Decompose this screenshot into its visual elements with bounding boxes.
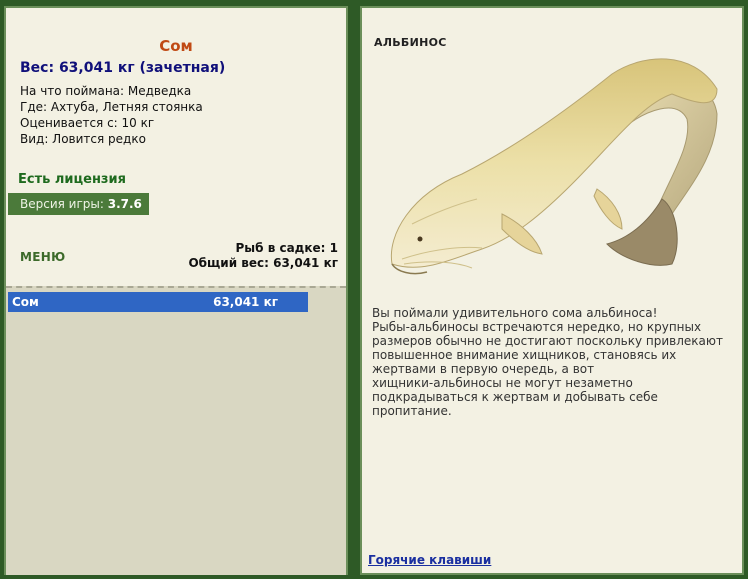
hotkeys-link[interactable]: Горячие клавиши xyxy=(368,553,491,567)
bait-info: На что поймана: Медведка xyxy=(20,84,192,98)
keepnet-row[interactable]: Сом 63,041 кг xyxy=(8,292,308,312)
fish-detail-panel: АЛЬБИНОС Вы поймали удивительного сома а… xyxy=(360,6,744,575)
version-value: 3.7.6 xyxy=(107,197,142,211)
kind-info: Вид: Ловится редко xyxy=(20,132,146,146)
keepnet-total-weight: Общий вес: 63,041 кг xyxy=(188,256,338,270)
fish-name: Сом xyxy=(159,37,193,55)
albino-catfish-image xyxy=(390,58,718,275)
description-line: Рыбы-альбиносы встречаются нередко, но к… xyxy=(372,320,702,334)
keepnet-count: Рыб в садке: 1 xyxy=(235,241,339,255)
catch-info-panel: Сом Вес: 63,041 кг (зачетная) На что пой… xyxy=(4,6,348,575)
albino-description: Вы поймали удивительного сома альбиноса!… xyxy=(372,306,732,418)
rating-info: Оценивается с: 10 кг xyxy=(20,116,155,130)
license-status: Есть лицензия xyxy=(18,172,126,187)
menu-button[interactable]: МЕНЮ xyxy=(20,250,65,264)
keepnet-row-weight: 63,041 кг xyxy=(213,295,278,309)
description-line: пропитание. xyxy=(372,404,452,418)
keepnet-list: Сом 63,041 кг xyxy=(6,286,346,575)
fish-weight: Вес: 63,041 кг (зачетная) xyxy=(20,60,226,76)
description-line: подкрадываться к жертвам и добывать себе xyxy=(372,390,658,404)
description-line: Вы поймали удивительного сома альбиноса! xyxy=(372,306,658,320)
description-line: жертвами в первую очередь, а вот xyxy=(372,362,595,376)
description-line: хищники-альбиносы не могут незаметно xyxy=(372,376,633,390)
keepnet-row-name: Сом xyxy=(12,295,39,309)
description-line: повышенное внимание хищников, становясь … xyxy=(372,348,677,362)
description-line: размеров обычно не достигают поскольку п… xyxy=(372,334,723,348)
albino-title: АЛЬБИНОС xyxy=(374,36,447,49)
place-info: Где: Ахтуба, Летняя стоянка xyxy=(20,100,203,114)
version-bar: Версия игры: 3.7.6 xyxy=(8,193,149,215)
version-label: Версия игры: xyxy=(20,197,104,211)
